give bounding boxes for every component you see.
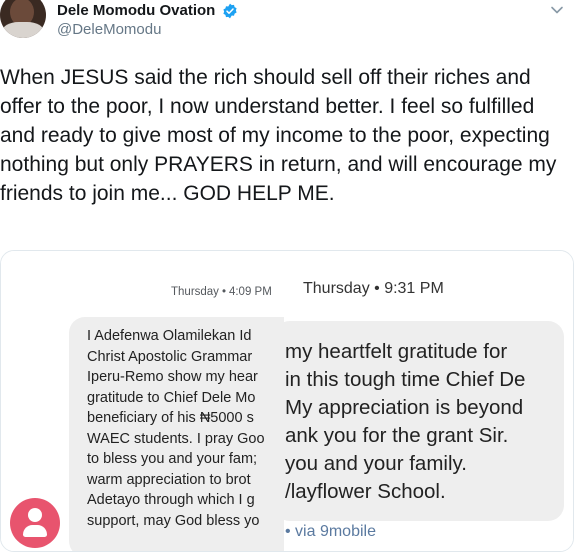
message-line: warm appreciation to brot <box>87 471 251 488</box>
author-handle[interactable]: @DeleMomodu <box>57 21 161 38</box>
verified-badge-icon <box>223 3 237 19</box>
left-message-text: I Adefenwa Olamilekan Id Christ Apostoli… <box>87 326 284 531</box>
person-icon <box>10 498 60 548</box>
message-line: /layflower School. <box>285 480 446 503</box>
left-timestamp-time: 4:09 PM <box>228 286 272 298</box>
left-timestamp: Thursday • 4:09 PM <box>171 286 275 298</box>
message-line: gratitude to Chief Dele Mo <box>87 389 256 406</box>
message-line: support, may God bless yo <box>87 512 260 529</box>
message-line: Iperu-Remo show my hear <box>87 369 258 385</box>
avatar-shirt <box>2 22 44 38</box>
person-icon-body <box>23 525 47 537</box>
chevron-down-icon[interactable] <box>549 2 565 18</box>
media-card[interactable]: Thursday • 4:09 PM I Adefenwa Olamilekan I… <box>0 250 574 552</box>
message-line: ank you for the grant Sir. <box>285 424 509 447</box>
message-line: my heartfelt gratitude for <box>285 340 508 363</box>
left-timestamp-day: Thursday <box>171 286 219 298</box>
author-name[interactable]: Dele Momodu Ovation <box>57 2 215 19</box>
message-line: Christ Apostolic Grammar <box>87 348 253 365</box>
message-line: My appreciation is beyond <box>285 396 524 419</box>
via-carrier-label: • via 9mobile <box>285 523 376 540</box>
message-line: in this tough time Chief De <box>285 368 526 391</box>
message-line: you and your family. <box>285 452 467 475</box>
tweet-text: When JESUS said the rich should sell off… <box>0 66 557 205</box>
person-icon-head <box>28 508 42 522</box>
right-timestamp: Thursday • 9:31 PM <box>303 280 444 297</box>
author-avatar[interactable] <box>0 0 46 38</box>
left-screenshot[interactable]: Thursday • 4:09 PM I Adefenwa Olamilekan I… <box>1 251 284 551</box>
message-line: I Adefenwa Olamilekan Id <box>87 328 252 344</box>
right-screenshot[interactable]: Thursday • 9:31 PM my heartfelt gratitud… <box>284 251 573 551</box>
message-line: Adetayo through which I g <box>87 492 255 508</box>
message-line: WAEC students. I pray Goo <box>87 430 265 447</box>
left-timestamp-sep: • <box>221 286 226 298</box>
message-line: beneficiary of his ₦5000 s <box>87 410 254 426</box>
message-line: to bless you and your fam; <box>87 451 258 467</box>
right-message-text: my heartfelt gratitude for in this tough… <box>285 338 525 506</box>
